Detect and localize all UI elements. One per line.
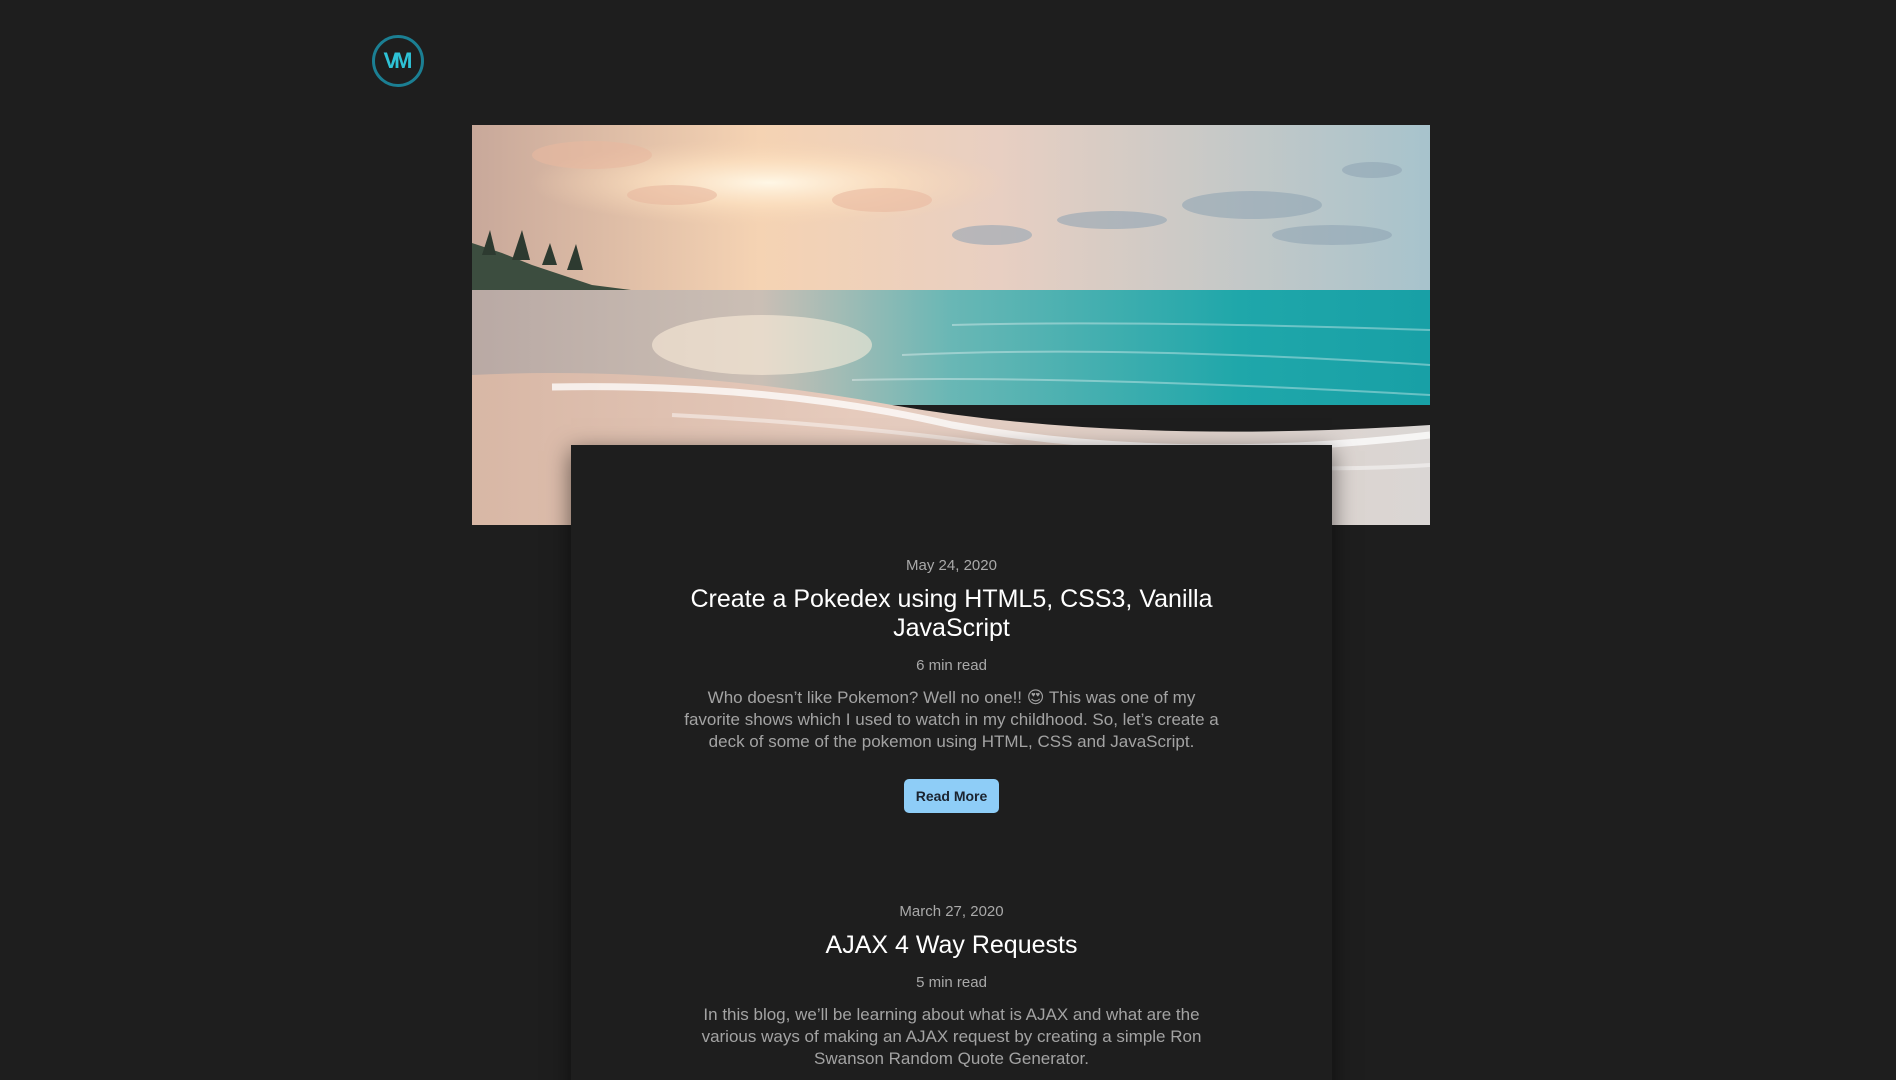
read-more-button[interactable]: Read More — [903, 779, 1000, 813]
post-read-time: 6 min read — [916, 657, 987, 674]
post-title[interactable]: AJAX 4 Way Requests — [672, 931, 1232, 960]
page: VM May 24, 2020 Create a Pokedex using H… — [0, 0, 1896, 1080]
post-item: March 27, 2020 AJAX 4 Way Requests 5 min… — [571, 903, 1332, 1070]
post-excerpt: In this blog, we’ll be learning about wh… — [701, 1005, 1202, 1068]
post-item: May 24, 2020 Create a Pokedex using HTML… — [571, 557, 1332, 813]
post-title[interactable]: Create a Pokedex using HTML5, CSS3, Vani… — [672, 585, 1232, 643]
post-read-time: 5 min read — [916, 974, 987, 991]
logo-text: VM — [383, 48, 413, 73]
blog-card: May 24, 2020 Create a Pokedex using HTML… — [571, 445, 1332, 1080]
post-excerpt: Who doesn’t like Pokemon? Well no one!! … — [684, 688, 1219, 751]
site-logo[interactable]: VM — [372, 35, 424, 87]
post-date: March 27, 2020 — [899, 903, 1004, 920]
post-date: May 24, 2020 — [906, 557, 997, 574]
